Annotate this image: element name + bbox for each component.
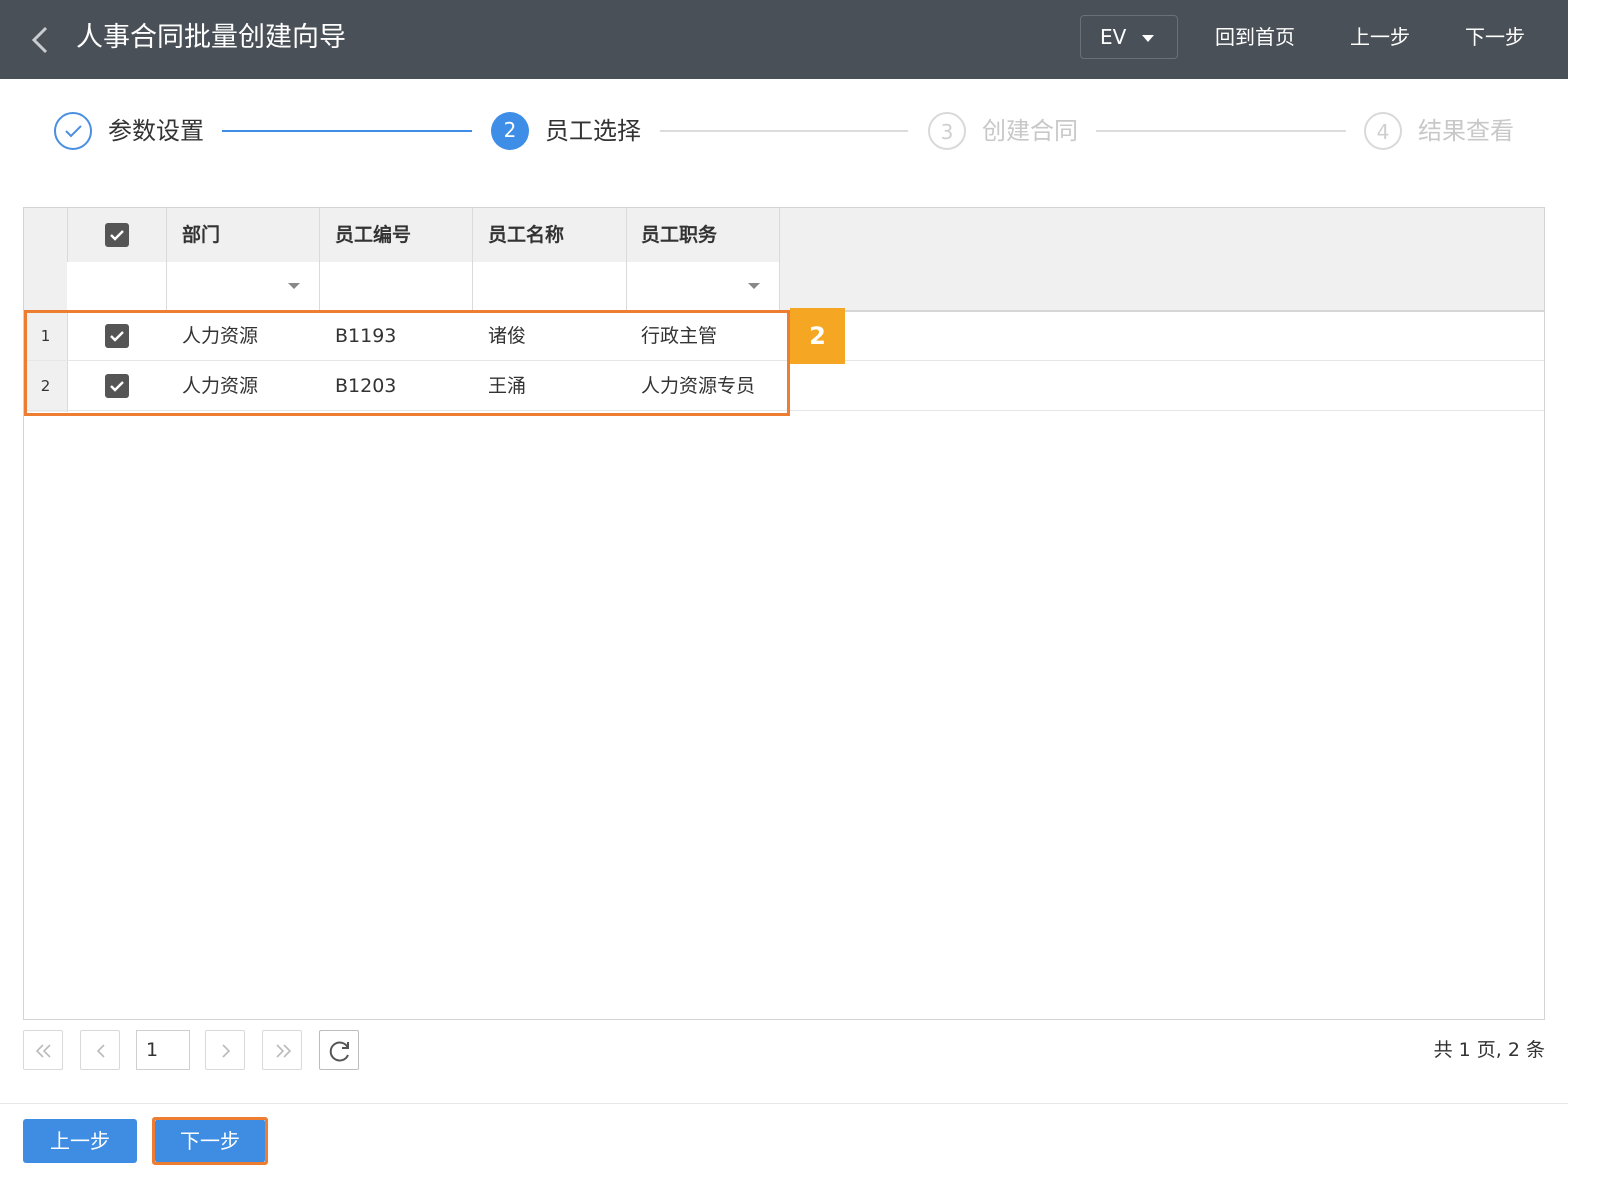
step-3-label: 创建合同 bbox=[982, 117, 1078, 145]
column-header-employee-id[interactable]: 员工编号 bbox=[335, 222, 411, 248]
next-button-highlight bbox=[152, 1117, 268, 1165]
page-number-input[interactable]: 1 bbox=[136, 1030, 190, 1070]
step-4-label: 结果查看 bbox=[1418, 117, 1514, 145]
step-connector bbox=[1096, 130, 1346, 132]
double-chevron-right-icon bbox=[276, 1044, 292, 1058]
header-next-link[interactable]: 下一步 bbox=[1465, 22, 1525, 52]
step-2-label: 员工选择 bbox=[545, 117, 641, 145]
chevron-left-icon bbox=[96, 1044, 105, 1058]
chevron-down-icon bbox=[748, 283, 760, 289]
prev-step-button[interactable]: 上一步 bbox=[23, 1119, 137, 1163]
grid-header bbox=[24, 208, 1544, 263]
step-connector bbox=[660, 130, 908, 132]
home-link[interactable]: 回到首页 bbox=[1215, 22, 1295, 52]
chevron-down-icon bbox=[1142, 35, 1154, 42]
step-1-label: 参数设置 bbox=[108, 117, 204, 145]
step-4-number: 4 bbox=[1364, 112, 1402, 150]
next-page-button[interactable] bbox=[205, 1030, 245, 1070]
step-2-number: 2 bbox=[491, 112, 529, 150]
top-bar: 人事合同批量创建向导 EV 回到首页 上一步 下一步 bbox=[0, 0, 1568, 79]
header-prev-link[interactable]: 上一步 bbox=[1350, 22, 1410, 52]
language-select-value: EV bbox=[1100, 25, 1127, 49]
language-select[interactable]: EV bbox=[1080, 15, 1178, 59]
double-chevron-left-icon bbox=[35, 1044, 51, 1058]
chevron-right-icon bbox=[222, 1044, 231, 1058]
checkmark-icon bbox=[110, 230, 124, 241]
last-page-button[interactable] bbox=[262, 1030, 302, 1070]
footer-divider bbox=[0, 1103, 1568, 1104]
refresh-button[interactable] bbox=[319, 1030, 359, 1070]
refresh-icon bbox=[329, 1041, 349, 1062]
select-all-checkbox[interactable] bbox=[105, 223, 129, 247]
step-connector bbox=[222, 130, 472, 132]
step-3-number: 3 bbox=[928, 112, 966, 150]
step-1-check-icon bbox=[54, 112, 92, 150]
back-arrow-icon[interactable] bbox=[26, 22, 52, 58]
first-page-button[interactable] bbox=[23, 1030, 63, 1070]
department-filter[interactable] bbox=[167, 262, 320, 310]
annotation-badge: 2 bbox=[790, 308, 845, 364]
filter-cell-empty bbox=[67, 262, 167, 310]
column-header-employee-title[interactable]: 员工职务 bbox=[641, 222, 717, 248]
employee-name-filter[interactable] bbox=[473, 262, 627, 310]
prev-page-button[interactable] bbox=[80, 1030, 120, 1070]
column-header-department[interactable]: 部门 bbox=[182, 222, 220, 248]
employee-title-filter[interactable] bbox=[627, 262, 780, 310]
employee-id-filter[interactable] bbox=[320, 262, 473, 310]
page-title: 人事合同批量创建向导 bbox=[76, 22, 346, 53]
chevron-down-icon bbox=[288, 283, 300, 289]
highlight-frame bbox=[24, 310, 790, 416]
pagination-total: 共 1 页, 2 条 bbox=[1433, 1039, 1545, 1061]
column-header-employee-name[interactable]: 员工名称 bbox=[488, 222, 564, 248]
